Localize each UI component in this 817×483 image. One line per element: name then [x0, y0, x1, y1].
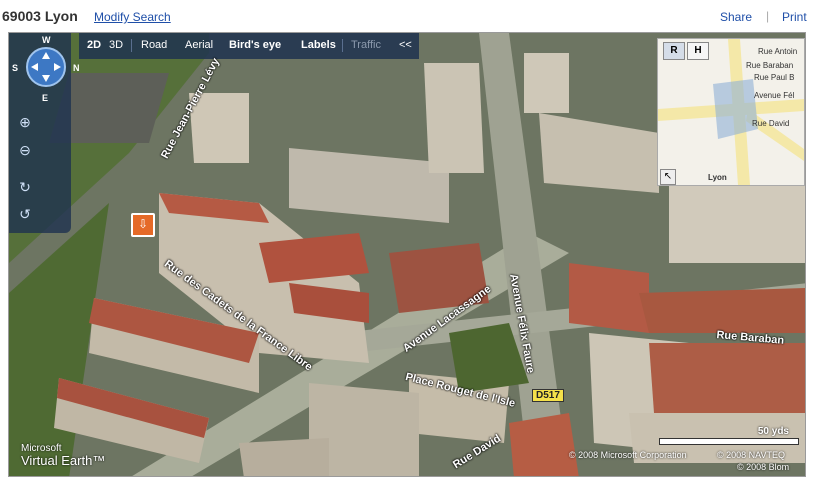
toolbar-divider: [131, 39, 132, 52]
virtual-earth-logo: Virtual Earth™: [21, 453, 106, 468]
zoom-out-icon[interactable]: ⊖: [16, 141, 34, 159]
minimap-label: Lyon: [708, 173, 727, 182]
compass-south-label: E: [42, 93, 49, 103]
collapse-toolbar-button[interactable]: <<: [399, 39, 412, 51]
mode-3d-button[interactable]: 3D: [109, 39, 123, 51]
compass-west-label: S: [12, 63, 19, 73]
map-view[interactable]: W S N E ⊕ ⊖ ↻ ↺ 2D 3D Road Aerial Bird's…: [8, 32, 806, 477]
header-separator: |: [766, 9, 770, 23]
minimap-label: Avenue Fél: [754, 91, 795, 100]
top-bar: 69003 Lyon Modify Search Share | Print: [0, 0, 817, 32]
copyright-blom: © 2008 Blom: [737, 462, 790, 472]
aerial-view-button[interactable]: Aerial: [185, 39, 213, 51]
labels-toggle[interactable]: Labels: [301, 39, 336, 51]
toolbar-divider: [342, 39, 343, 52]
rotate-clockwise-icon[interactable]: ↻: [16, 178, 34, 196]
overview-minimap[interactable]: R H Rue Antoin Rue Baraban Rue Paul B Av…: [657, 38, 805, 186]
location-pushpin[interactable]: ⇩: [131, 213, 155, 237]
minimap-label: Rue Paul B: [754, 73, 795, 82]
copyright-navteq: © 2008 NAVTEQ: [717, 450, 785, 460]
zoom-in-icon[interactable]: ⊕: [16, 113, 34, 131]
minimap-hybrid-button[interactable]: H: [687, 42, 709, 60]
route-shield: D517: [532, 389, 564, 402]
minimap-road-button[interactable]: R: [663, 42, 685, 60]
scale-line: [659, 438, 799, 445]
navigation-panel: W S N E ⊕ ⊖ ↻ ↺: [9, 33, 80, 233]
scale-label: 50 yds: [757, 426, 789, 437]
minimap-label: Rue Antoin: [758, 47, 798, 56]
location-title: 69003 Lyon: [2, 8, 78, 24]
birds-eye-view-button[interactable]: Bird's eye: [229, 39, 281, 51]
rotate-counterclockwise-icon[interactable]: ↺: [16, 205, 34, 223]
road-view-button[interactable]: Road: [141, 39, 167, 51]
traffic-toggle[interactable]: Traffic: [351, 39, 381, 51]
minimap-label: Rue David: [752, 119, 790, 128]
modify-search-link[interactable]: Modify Search: [94, 10, 171, 24]
compass-pan-control[interactable]: [26, 47, 66, 87]
expand-minimap-icon[interactable]: ↖: [660, 169, 676, 185]
copyright-microsoft: © 2008 Microsoft Corporation: [569, 450, 687, 460]
print-link[interactable]: Print: [782, 10, 807, 24]
map-style-toolbar: 2D 3D Road Aerial Bird's eye Labels Traf…: [79, 33, 419, 59]
share-link[interactable]: Share: [720, 10, 752, 24]
mode-2d-button[interactable]: 2D: [87, 39, 101, 51]
compass-north-label: W: [42, 35, 51, 45]
minimap-label: Rue Baraban: [746, 61, 794, 70]
pan-arrows-icon: [31, 52, 61, 82]
compass-east-label: N: [73, 63, 80, 73]
